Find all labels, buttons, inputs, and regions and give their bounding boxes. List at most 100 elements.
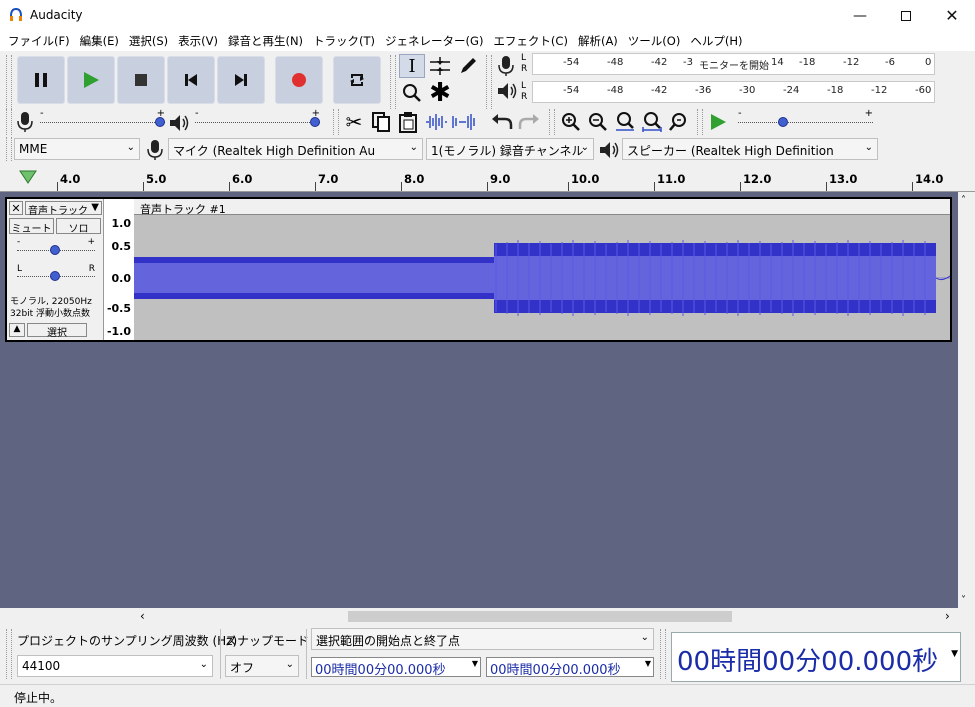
menu-analyze[interactable]: 解析(A) <box>574 31 624 51</box>
mute-button[interactable]: ミュート <box>9 218 54 235</box>
collapse-track-button[interactable]: ▲ <box>9 323 25 337</box>
toolbar-grip[interactable] <box>390 55 396 109</box>
scroll-right-icon[interactable]: › <box>945 609 950 623</box>
recording-device-select[interactable]: マイク (Realtek High Definition Au ⌄ <box>168 138 423 160</box>
horizontal-scrollbar[interactable]: ‹ › <box>0 608 975 625</box>
toolbar-grip[interactable] <box>6 109 12 135</box>
toolbar-grip[interactable] <box>697 109 703 135</box>
paste-button[interactable] <box>395 110 421 134</box>
ruler-tick-label: 6.0 <box>232 172 253 186</box>
scroll-left-icon[interactable]: ‹ <box>140 609 145 623</box>
track-name-label: 音声トラック #1 <box>134 199 950 216</box>
chevron-down-icon: ⌄ <box>864 142 873 153</box>
menu-select[interactable]: 選択(S) <box>125 31 174 51</box>
zoom-in-button[interactable] <box>558 110 584 134</box>
audio-host-select[interactable]: MME ⌄ <box>14 138 140 160</box>
waveform-area[interactable]: 音声トラック #1 <box>134 199 950 340</box>
toolbar-grip[interactable] <box>6 55 12 109</box>
menu-tools[interactable]: ツール(O) <box>624 31 687 51</box>
maximize-button[interactable] <box>883 0 929 31</box>
menu-help[interactable]: ヘルプ(H) <box>686 31 748 51</box>
slider-thumb[interactable] <box>778 117 788 127</box>
audio-position-time[interactable]: 00時間00分00.000秒 ▼ <box>671 632 961 682</box>
toolbar-grip[interactable] <box>486 55 492 109</box>
zoom-tool-button[interactable] <box>399 81 425 105</box>
pause-button[interactable] <box>17 56 65 104</box>
select-track-button[interactable]: 選択 <box>27 323 87 339</box>
play-at-speed-button[interactable] <box>705 110 731 134</box>
gain-slider[interactable]: - + <box>17 237 95 255</box>
timeline-options-icon[interactable] <box>18 169 38 187</box>
toolbar-grip[interactable] <box>6 629 12 679</box>
selection-tool-button[interactable]: I <box>399 54 425 78</box>
toolbar-grip[interactable] <box>660 629 666 679</box>
menu-effect[interactable]: エフェクト(C) <box>489 31 574 51</box>
zoom-toggle-button[interactable] <box>666 110 692 134</box>
scroll-down-icon[interactable]: ˅ <box>961 595 966 606</box>
trim-button[interactable] <box>423 110 449 134</box>
ruler-tick-mark <box>654 182 655 191</box>
fit-project-button[interactable] <box>639 110 665 134</box>
fit-selection-button[interactable] <box>612 110 638 134</box>
menu-generate[interactable]: ジェネレーター(G) <box>381 31 489 51</box>
slider-thumb[interactable] <box>310 117 320 127</box>
zoom-out-button[interactable] <box>585 110 611 134</box>
recording-volume-slider[interactable]: - + <box>40 108 165 130</box>
envelope-tool-button[interactable] <box>427 54 453 78</box>
record-meter-button[interactable] <box>496 55 518 77</box>
slider-thumb[interactable] <box>50 271 60 281</box>
record-button[interactable] <box>275 56 323 104</box>
cut-button[interactable]: ✂ <box>341 110 367 134</box>
ruler-tick-label: 13.0 <box>829 172 858 186</box>
playback-meter-button[interactable] <box>496 80 518 102</box>
audio-track[interactable]: ✕ 音声トラック ▼ ミュート ソロ - + LR モノラル, 22050Hz 32… <box>5 197 952 342</box>
selection-range-select[interactable]: 選択範囲の開始点と終了点 ⌄ <box>311 628 654 650</box>
close-button[interactable]: ✕ <box>929 0 975 31</box>
track-close-button[interactable]: ✕ <box>9 201 23 215</box>
minimize-button[interactable]: — <box>837 0 883 31</box>
toolbar-grip[interactable] <box>333 109 339 135</box>
selection-end-time[interactable]: 00時間00分00.000秒 ▼ <box>486 657 654 678</box>
amplitude-ruler[interactable]: 1.0 0.5 0.0 -0.5 -1.0 <box>104 199 134 340</box>
maximize-icon <box>901 10 911 21</box>
solo-button[interactable]: ソロ <box>56 218 101 235</box>
menu-file[interactable]: ファイル(F) <box>4 31 76 51</box>
menu-tracks[interactable]: トラック(T) <box>309 31 381 51</box>
slider-thumb[interactable] <box>50 245 60 255</box>
undo-button[interactable] <box>489 110 515 134</box>
loop-button[interactable] <box>333 56 381 104</box>
ruler-tick-mark <box>740 182 741 191</box>
copy-button[interactable] <box>368 110 394 134</box>
project-rate-select[interactable]: 44100 ⌄ <box>17 655 213 677</box>
pan-slider[interactable]: LR <box>17 264 95 281</box>
scroll-up-icon[interactable]: ˄ <box>961 195 966 206</box>
playback-speed-slider[interactable]: - + <box>738 108 873 130</box>
recording-channels-select[interactable]: 1(モノラル) 録音チャンネル ⌄ <box>426 138 594 160</box>
menu-view[interactable]: 表示(V) <box>174 31 224 51</box>
collapse-arrow-icon: ▲ <box>13 324 21 334</box>
toolbar-grip[interactable] <box>6 137 12 161</box>
track-menu-button[interactable]: 音声トラック ▼ <box>25 201 102 217</box>
vertical-scrollbar[interactable]: ˄ ˅ <box>958 192 975 608</box>
playback-meter[interactable]: -54 -48 -42 -36 -30 -24 -18 -12 -6 0 <box>532 81 935 103</box>
snap-mode-select[interactable]: オフ ⌄ <box>225 655 299 677</box>
silence-button[interactable] <box>450 110 476 134</box>
skip-to-end-button[interactable] <box>217 56 265 104</box>
toolbar-grip[interactable] <box>549 109 555 135</box>
menu-edit[interactable]: 編集(E) <box>76 31 125 51</box>
draw-tool-button[interactable] <box>455 54 481 78</box>
multi-tool-button[interactable]: ✱ <box>427 80 453 106</box>
timeline-ruler[interactable]: 4.0 5.0 6.0 7.0 8.0 9.0 10.0 11.0 12.0 13.0 14.0 <box>0 164 975 192</box>
playback-device-select[interactable]: スピーカー (Realtek High Definition ⌄ <box>622 138 878 160</box>
play-button[interactable] <box>67 56 115 104</box>
stop-button[interactable] <box>117 56 165 104</box>
skip-to-start-button[interactable] <box>167 56 215 104</box>
record-meter[interactable]: -54 -48 -42 -3 モニターを開始 14 -18 -12 -6 0 <box>532 53 935 75</box>
slider-thumb[interactable] <box>155 117 165 127</box>
scroll-thumb[interactable] <box>348 611 732 622</box>
ruler-tick-mark <box>143 182 144 191</box>
selection-start-time[interactable]: 00時間00分00.000秒 ▼ <box>311 657 481 678</box>
redo-button[interactable] <box>516 110 542 134</box>
playback-volume-slider[interactable]: - + <box>195 108 320 130</box>
menu-transport[interactable]: 録音と再生(N) <box>224 31 309 51</box>
